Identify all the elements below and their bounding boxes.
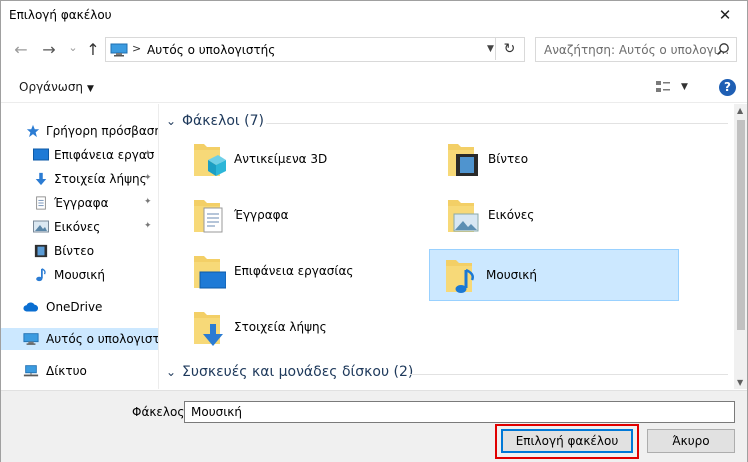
pictures-icon xyxy=(33,220,49,233)
videos-folder-icon xyxy=(448,144,478,176)
sidebar-item-quick-access[interactable]: Γρήγορη πρόσβαση xyxy=(1,120,159,142)
group-divider xyxy=(410,374,728,375)
address-separator[interactable]: > xyxy=(132,42,141,55)
address-bar[interactable]: > Αυτός ο υπολογιστής ▼ xyxy=(105,37,525,62)
sidebar-item-label: Αυτός ο υπολογιστ xyxy=(46,332,159,346)
navigation-bar: ← → ⌄ ↑ > Αυτός ο υπολογιστής ▼ ↻ Αναζήτ… xyxy=(1,31,747,67)
pin-icon[interactable]: ✦ xyxy=(144,197,152,207)
dialog-footer: Φάκελος: Μουσική Επιλογή φακέλου Άκυρο xyxy=(1,390,747,462)
group-divider xyxy=(266,123,728,124)
computer-icon xyxy=(110,43,128,57)
folder-label: Αντικείμενα 3D xyxy=(234,152,328,166)
refresh-icon[interactable]: ↻ xyxy=(495,37,523,60)
cloud-icon xyxy=(23,302,39,312)
star-icon xyxy=(26,124,40,138)
folder-label: Βίντεο xyxy=(488,152,529,166)
search-box[interactable]: Αναζήτηση: Αυτός ο υπολογι... xyxy=(535,37,737,62)
music-icon xyxy=(36,268,46,282)
folder-tile-downloads[interactable]: Στοιχεία λήψης xyxy=(178,302,428,354)
sidebar-item-this-pc[interactable]: Αυτός ο υπολογιστ xyxy=(1,328,159,350)
desktop-icon xyxy=(33,148,49,161)
downloads-folder-icon xyxy=(194,312,223,346)
sidebar-item-label: Εικόνες xyxy=(54,220,101,234)
navigation-pane: Γρήγορη πρόσβαση Επιφάνεια εργασ ✦ Στοιχ… xyxy=(1,104,159,389)
command-bar: Οργάνωση ▼ ▼ ? xyxy=(1,71,747,103)
view-options-dropdown-icon[interactable]: ▼ xyxy=(681,82,688,92)
video-icon xyxy=(34,244,48,258)
folder-label: Εικόνες xyxy=(488,208,535,222)
sidebar-item-label: Βίντεο xyxy=(54,244,95,258)
documents-folder-icon xyxy=(194,200,223,233)
folder-tile-documents[interactable]: Έγγραφα xyxy=(178,190,428,242)
folder-field-label: Φάκελος: xyxy=(132,405,189,419)
sidebar-item-downloads[interactable]: Στοιχεία λήψης ✦ xyxy=(1,168,158,190)
sidebar-item-label: Γρήγορη πρόσβαση xyxy=(46,124,159,138)
documents-icon xyxy=(36,196,46,210)
group-header-folders[interactable]: ⌄ Φάκελοι (7) xyxy=(166,113,728,133)
sidebar-item-desktop[interactable]: Επιφάνεια εργασ ✦ xyxy=(1,144,158,166)
folder-tile-desktop[interactable]: Επιφάνεια εργασίας xyxy=(178,246,428,298)
group-title: Συσκευές και μονάδες δίσκου (2) xyxy=(182,364,414,380)
address-dropdown-icon[interactable]: ▼ xyxy=(487,44,494,54)
pin-icon[interactable]: ✦ xyxy=(144,173,152,183)
sidebar-item-videos[interactable]: Βίντεο xyxy=(1,240,158,262)
folder-view: ⌄ Φάκελοι (7) Αντικείμενα 3D Βίντεο Έγγρ… xyxy=(160,104,734,389)
folder-label: Στοιχεία λήψης xyxy=(234,320,327,334)
sidebar-item-network[interactable]: Δίκτυο xyxy=(1,360,158,382)
folder-tile-videos[interactable]: Βίντεο xyxy=(432,134,682,186)
cancel-button[interactable]: Άκυρο xyxy=(647,429,735,453)
folder-label: Έγγραφα xyxy=(234,208,289,222)
scroll-thumb[interactable] xyxy=(737,120,745,330)
back-arrow-icon[interactable]: ← xyxy=(11,39,31,59)
pin-icon[interactable]: ✦ xyxy=(144,221,152,231)
up-arrow-icon[interactable]: ↑ xyxy=(83,39,103,59)
sidebar-item-pictures[interactable]: Εικόνες ✦ xyxy=(1,216,158,238)
music-folder-icon xyxy=(446,260,474,293)
download-icon xyxy=(35,172,47,186)
network-icon xyxy=(23,365,39,377)
objects-3d-folder-icon xyxy=(194,144,226,176)
search-icon xyxy=(716,43,729,56)
group-title: Φάκελοι (7) xyxy=(182,113,264,129)
sidebar-item-label: OneDrive xyxy=(46,300,103,314)
sidebar-item-documents[interactable]: Έγγραφα ✦ xyxy=(1,192,158,214)
computer-icon xyxy=(23,333,39,345)
organize-label[interactable]: Οργάνωση xyxy=(19,80,83,94)
change-view-icon[interactable] xyxy=(655,80,671,94)
folder-tile-pictures[interactable]: Εικόνες xyxy=(432,190,682,242)
sidebar-item-label: Στοιχεία λήψης xyxy=(54,172,147,186)
organize-menu[interactable]: Οργάνωση ▼ xyxy=(19,80,94,94)
scroll-up-icon[interactable]: ▲ xyxy=(737,106,743,115)
sidebar-item-onedrive[interactable]: OneDrive xyxy=(1,296,158,318)
recent-locations-chevron-icon[interactable]: ⌄ xyxy=(63,37,83,57)
folder-tile-3d-objects[interactable]: Αντικείμενα 3D xyxy=(178,134,428,186)
collapse-chevron-icon[interactable]: ⌄ xyxy=(166,365,176,379)
sidebar-item-label: Επιφάνεια εργασ xyxy=(54,148,155,162)
title-bar: Επιλογή φακέλου ✕ xyxy=(1,1,747,29)
window-title: Επιλογή φακέλου xyxy=(9,8,112,22)
group-header-devices[interactable]: ⌄ Συσκευές και μονάδες δίσκου (2) xyxy=(166,364,728,384)
folder-label: Επιφάνεια εργασίας xyxy=(234,264,354,278)
forward-arrow-icon[interactable]: → xyxy=(39,39,59,59)
address-text[interactable]: Αυτός ο υπολογιστής xyxy=(147,43,275,57)
caret-down-icon[interactable]: ▼ xyxy=(87,84,94,94)
pin-icon[interactable]: ✦ xyxy=(144,149,152,159)
collapse-chevron-icon[interactable]: ⌄ xyxy=(166,114,176,128)
scroll-down-icon[interactable]: ▼ xyxy=(737,378,743,387)
close-icon[interactable]: ✕ xyxy=(703,1,747,29)
sidebar-item-label: Έγγραφα xyxy=(54,196,109,210)
select-folder-button[interactable]: Επιλογή φακέλου xyxy=(501,429,633,453)
desktop-folder-icon xyxy=(194,256,226,289)
sidebar-item-label: Δίκτυο xyxy=(46,364,87,378)
folder-name-input[interactable]: Μουσική xyxy=(184,401,735,423)
search-input[interactable]: Αναζήτηση: Αυτός ο υπολογι... xyxy=(544,43,729,57)
pictures-folder-icon xyxy=(448,200,479,232)
help-icon[interactable]: ? xyxy=(719,79,736,96)
folder-tile-music[interactable]: Μουσική xyxy=(429,249,679,301)
sidebar-item-label: Μουσική xyxy=(54,268,105,282)
vertical-scrollbar[interactable]: ▲ ▼ xyxy=(734,104,747,389)
select-folder-dialog: Επιλογή φακέλου ✕ ← → ⌄ ↑ > Αυτός ο υπολ… xyxy=(0,0,748,462)
folder-label: Μουσική xyxy=(486,268,537,282)
sidebar-item-music[interactable]: Μουσική xyxy=(1,264,158,286)
